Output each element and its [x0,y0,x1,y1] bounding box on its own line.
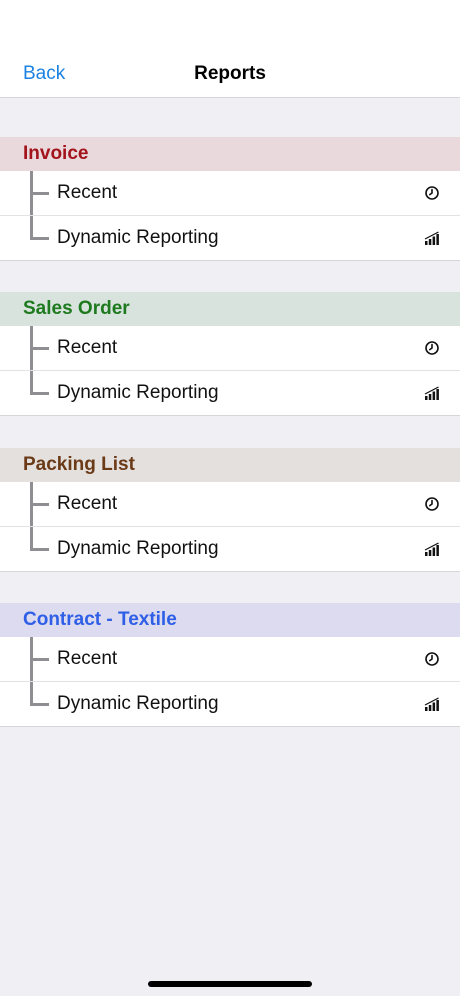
section-header: Contract - Textile [0,603,460,637]
list-item-recent[interactable]: Recent [0,637,460,682]
tree-connector [27,482,49,526]
home-indicator [148,981,312,987]
section-sales-order: Sales Order Recent Dynamic Reporting [0,292,460,416]
section-rows: Recent Dynamic Reporting [0,482,460,572]
list-item-recent[interactable]: Recent [0,171,460,216]
section-contract-textile: Contract - Textile Recent Dynamic Report… [0,603,460,727]
list-item-label: Dynamic Reporting [57,693,219,714]
clock-icon [425,341,439,355]
signal-bars-icon [424,386,439,400]
section-rows: Recent Dynamic Reporting [0,637,460,727]
navigation-bar: Back Reports [0,0,460,98]
section-rows: Recent Dynamic Reporting [0,326,460,416]
signal-bars-icon [424,542,439,556]
signal-bars-icon [424,231,439,245]
tree-connector [27,371,49,415]
section-header: Packing List [0,448,460,482]
section-packing-list: Packing List Recent Dynamic Reporting [0,448,460,572]
tree-connector [27,326,49,370]
tree-connector [27,171,49,215]
section-header: Invoice [0,137,460,171]
list-item-dynamic-reporting[interactable]: Dynamic Reporting [0,527,460,571]
clock-icon [425,186,439,200]
list-item-label: Dynamic Reporting [57,227,219,248]
tree-connector [27,527,49,571]
list-item-label: Recent [57,182,118,203]
list-item-label: Dynamic Reporting [57,382,219,403]
list-item-label: Recent [57,648,118,669]
clock-icon [425,652,439,666]
list-item-label: Dynamic Reporting [57,538,219,559]
list-item-recent[interactable]: Recent [0,482,460,527]
section-invoice: Invoice Recent Dynamic Reporting [0,137,460,261]
list-item-recent[interactable]: Recent [0,326,460,371]
section-header: Sales Order [0,292,460,326]
clock-icon [425,497,439,511]
list-item-dynamic-reporting[interactable]: Dynamic Reporting [0,371,460,415]
page-title: Reports [194,63,266,84]
tree-connector [27,682,49,726]
list-item-dynamic-reporting[interactable]: Dynamic Reporting [0,216,460,260]
list-item-label: Recent [57,337,118,358]
tree-connector [27,637,49,681]
list-item-dynamic-reporting[interactable]: Dynamic Reporting [0,682,460,726]
section-rows: Recent Dynamic Reporting [0,171,460,261]
list-item-label: Recent [57,493,118,514]
tree-connector [27,216,49,260]
signal-bars-icon [424,697,439,711]
